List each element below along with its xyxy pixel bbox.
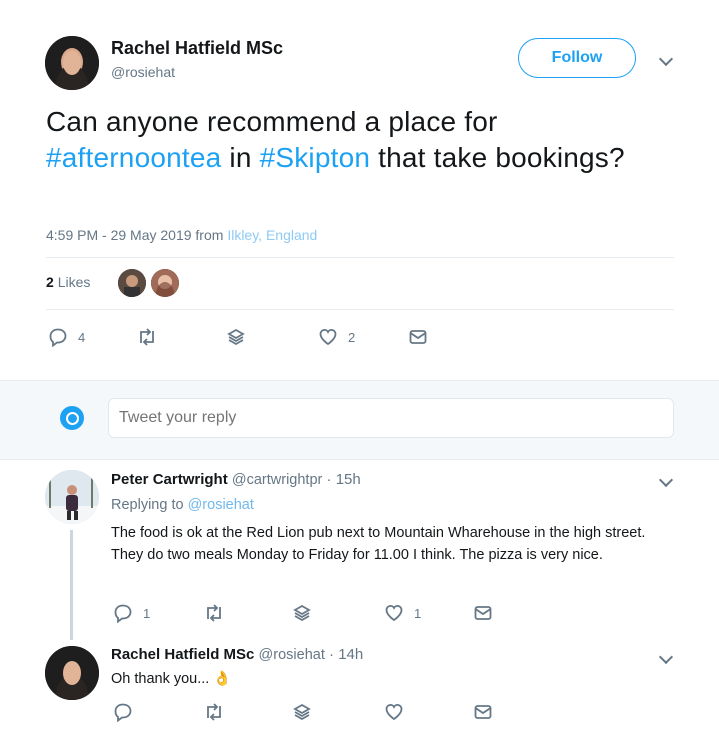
like-action[interactable]: 2	[318, 327, 355, 347]
like-count: 2	[348, 329, 356, 345]
replying-to-label: Replying to	[111, 497, 188, 513]
author-name[interactable]: Rachel Hatfield MSc	[111, 38, 283, 59]
location-link[interactable]: Ilkley, England	[227, 227, 317, 243]
reply-action[interactable]: 4	[48, 327, 85, 347]
reply-text: Oh thank you... 👌	[111, 668, 231, 690]
reply-time[interactable]: 15h	[336, 471, 361, 488]
separator: ·	[322, 471, 336, 488]
reply-count: 1	[143, 605, 151, 621]
reply-logo-icon	[60, 406, 84, 430]
retweet-action[interactable]	[203, 603, 225, 623]
divider	[46, 257, 674, 258]
reply-time[interactable]: 14h	[338, 646, 363, 663]
tweet-text-part: Can anyone recommend a place for	[46, 106, 498, 137]
hashtag-skipton[interactable]: #Skipton	[260, 142, 371, 173]
liker-avatar[interactable]	[118, 269, 146, 297]
retweet-action[interactable]	[203, 702, 225, 722]
retweet-action[interactable]	[136, 327, 158, 347]
tweet-text: Can anyone recommend a place for #aftern…	[46, 104, 646, 176]
divider	[46, 309, 674, 310]
likes-count: 2	[46, 274, 54, 290]
reply-icon	[114, 703, 132, 722]
tweet-timestamp: 4:59 PM - 29 May 2019 from Ilkley, Engla…	[46, 227, 317, 243]
liker-avatar[interactable]	[151, 269, 179, 297]
tweet-text-part: that take bookings?	[370, 142, 625, 173]
stack-action[interactable]	[292, 702, 312, 722]
reply-icon	[114, 604, 132, 623]
reply-text-body: Oh thank you...	[111, 671, 214, 687]
stack-icon	[293, 703, 311, 721]
message-icon	[474, 705, 492, 719]
message-action[interactable]	[473, 603, 493, 623]
chevron-down-icon[interactable]	[658, 51, 674, 67]
replying-to-link[interactable]: @rosiehat	[188, 497, 254, 513]
reply-avatar[interactable]	[45, 646, 99, 700]
chevron-down-icon[interactable]	[658, 472, 674, 488]
heart-icon	[319, 329, 337, 346]
reply-author-name[interactable]: Rachel Hatfield MSc	[111, 646, 254, 663]
reply-icon	[49, 328, 67, 347]
stack-icon	[293, 604, 311, 622]
reply-header: Peter Cartwright @cartwrightpr · 15h	[111, 471, 361, 488]
like-count: 1	[414, 605, 422, 621]
reply-count: 4	[78, 329, 86, 345]
hashtag-afternoontea[interactable]: #afternoontea	[46, 142, 221, 173]
retweet-icon	[207, 703, 221, 721]
follow-button[interactable]: Follow	[518, 38, 636, 78]
reply-text: The food is ok at the Red Lion pub next …	[111, 525, 646, 563]
reply-author-handle[interactable]: @rosiehat	[259, 647, 325, 663]
message-icon	[409, 330, 427, 344]
reply-action[interactable]: 1	[113, 603, 150, 623]
retweet-icon	[140, 328, 154, 346]
separator: ·	[324, 646, 339, 663]
ok-hand-emoji: 👌	[213, 671, 232, 687]
reply-author-handle[interactable]: @cartwrightpr	[232, 472, 322, 488]
retweet-icon	[207, 604, 221, 622]
reply-input[interactable]	[108, 398, 674, 438]
likes-summary[interactable]: 2 Likes	[46, 274, 90, 290]
chevron-down-icon[interactable]	[658, 649, 674, 665]
message-action[interactable]	[408, 327, 428, 347]
reply-header: Rachel Hatfield MSc @rosiehat · 14h	[111, 646, 363, 663]
thread-line	[70, 530, 73, 640]
likes-label: Likes	[57, 274, 91, 290]
stack-icon	[227, 328, 245, 346]
like-action[interactable]: 1	[384, 603, 421, 623]
replying-to: Replying to @rosiehat	[111, 497, 254, 513]
reply-avatar[interactable]	[45, 470, 99, 524]
timestamp-text[interactable]: 4:59 PM - 29 May 2019 from	[46, 227, 227, 243]
message-icon	[474, 606, 492, 620]
stack-action[interactable]	[292, 603, 312, 623]
reply-action[interactable]	[113, 702, 133, 722]
stack-action[interactable]	[226, 327, 246, 347]
message-action[interactable]	[473, 702, 493, 722]
reply-author-name[interactable]: Peter Cartwright	[111, 471, 228, 488]
author-handle[interactable]: @rosiehat	[111, 64, 175, 80]
heart-icon	[385, 605, 403, 622]
tweet-text-part: in	[221, 142, 260, 173]
heart-icon	[385, 704, 403, 721]
author-avatar[interactable]	[45, 36, 99, 90]
like-action[interactable]	[384, 702, 404, 722]
